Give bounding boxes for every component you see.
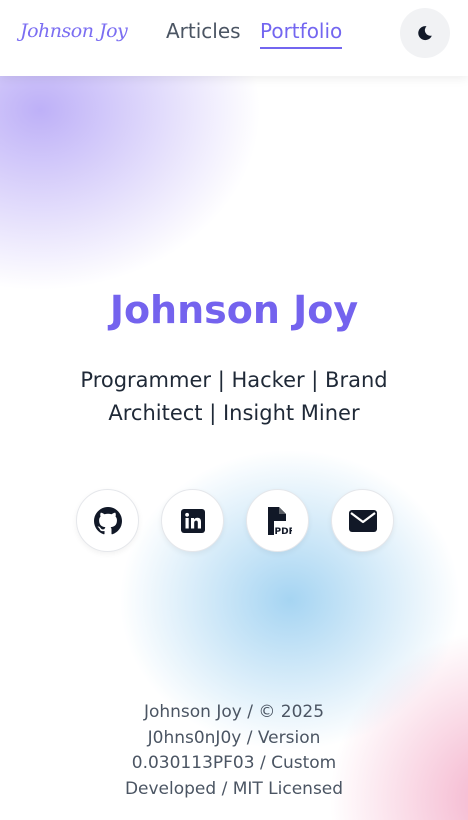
hero-tagline: Programmer | Hacker | Brand Architect | … — [80, 368, 388, 425]
email-link[interactable] — [331, 489, 394, 552]
pdf-label: PDF — [274, 527, 292, 536]
file-pdf-icon: PDF — [267, 506, 292, 536]
hero-name: Johnson Joy — [109, 288, 359, 332]
nav-portfolio[interactable]: Portfolio — [260, 19, 343, 49]
envelope-icon — [348, 509, 377, 532]
linkedin-icon — [180, 508, 205, 533]
linkedin-link[interactable] — [161, 489, 224, 552]
github-icon — [93, 506, 122, 534]
nav-articles[interactable]: Articles — [166, 19, 241, 43]
resume-pdf-link[interactable]: PDF — [246, 489, 309, 552]
github-link[interactable] — [76, 489, 139, 552]
site-header: Johnson Joy Articles Portfolio — [0, 0, 468, 76]
moon-icon — [418, 26, 432, 41]
site-logo[interactable]: Johnson Joy — [20, 20, 128, 42]
theme-toggle-button[interactable] — [400, 8, 450, 58]
footer-text: Johnson Joy / © 2025 J0hns0nJ0y / Versio… — [124, 702, 344, 799]
